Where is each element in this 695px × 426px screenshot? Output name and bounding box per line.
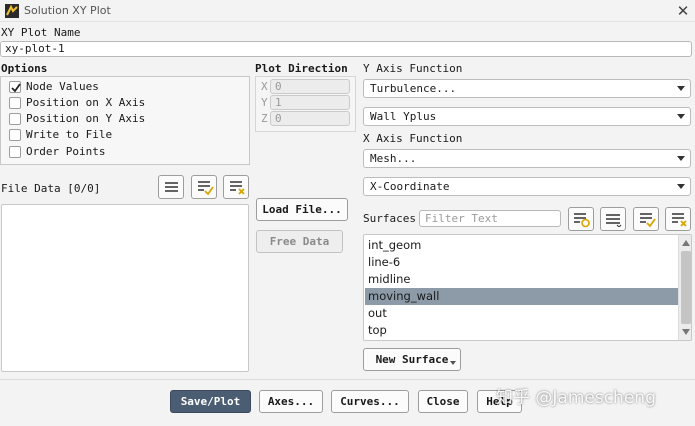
file-deselect-button[interactable] bbox=[223, 175, 249, 199]
scroll-down-icon[interactable] bbox=[682, 329, 690, 335]
surfaces-list[interactable]: int_geom line-6 midline moving_wall out … bbox=[363, 234, 692, 341]
new-surface-button[interactable]: New Surface bbox=[363, 348, 461, 371]
plot-direction-label: Plot Direction bbox=[255, 62, 348, 75]
list-icon bbox=[606, 214, 622, 227]
direction-y-field[interactable]: 1 bbox=[270, 95, 350, 110]
position-y-checkbox[interactable] bbox=[9, 113, 21, 125]
file-data-list[interactable] bbox=[1, 204, 249, 372]
write-to-file-checkbox[interactable] bbox=[9, 129, 21, 141]
direction-x-field[interactable]: 0 bbox=[270, 79, 350, 94]
plot-name-label: XY Plot Name bbox=[1, 26, 81, 39]
direction-y-label: Y bbox=[261, 96, 268, 109]
options-label: Options bbox=[1, 62, 48, 75]
x-axis-quantity-select[interactable]: X-Coordinate bbox=[363, 177, 691, 196]
surfaces-label: Surfaces bbox=[363, 212, 416, 225]
surface-select-check-button[interactable] bbox=[633, 207, 659, 231]
window-title: Solution XY Plot bbox=[24, 4, 111, 17]
direction-z-label: Z bbox=[261, 112, 268, 125]
dropdown-caret-icon bbox=[450, 361, 456, 365]
direction-z-field[interactable]: 0 bbox=[270, 111, 350, 126]
close-icon[interactable]: ✕ bbox=[674, 2, 692, 20]
list-check-icon bbox=[640, 213, 656, 228]
free-data-button[interactable]: Free Data bbox=[256, 230, 343, 253]
x-axis-quantity-value: X-Coordinate bbox=[370, 180, 450, 193]
list-clear-icon bbox=[672, 213, 687, 227]
x-axis-category-select[interactable]: Mesh... bbox=[363, 149, 691, 168]
node-values-checkbox[interactable] bbox=[9, 81, 21, 93]
option-label: Node Values bbox=[26, 80, 99, 93]
close-button[interactable]: Close bbox=[418, 390, 468, 413]
x-axis-function-label: X Axis Function bbox=[363, 132, 463, 145]
direction-z-value: 0 bbox=[275, 112, 282, 125]
surface-select-all-button[interactable] bbox=[600, 207, 626, 231]
title-bar: Solution XY Plot ✕ bbox=[0, 0, 695, 22]
y-axis-quantity-select[interactable]: Wall Yplus bbox=[363, 107, 691, 126]
surfaces-scrollbar[interactable] bbox=[678, 235, 691, 340]
list-icon bbox=[165, 182, 178, 192]
list-item-selected[interactable]: moving_wall bbox=[365, 288, 681, 305]
list-filter-icon bbox=[574, 213, 590, 228]
option-label: Position on X Axis bbox=[26, 96, 146, 109]
y-axis-category-value: Turbulence... bbox=[370, 82, 457, 95]
save-plot-button[interactable]: Save/Plot bbox=[170, 390, 251, 413]
surface-filter-placeholder: Filter Text bbox=[425, 212, 498, 225]
list-check-icon bbox=[198, 181, 214, 196]
plot-name-field[interactable]: xy-plot-1 bbox=[0, 41, 692, 57]
scrollbar-thumb[interactable] bbox=[681, 251, 691, 324]
list-item[interactable]: int_geom bbox=[365, 237, 681, 254]
watermark-text: 知乎 @Jamescheng bbox=[496, 388, 656, 408]
file-data-label: File Data [0/0] bbox=[1, 182, 101, 195]
position-x-checkbox[interactable] bbox=[9, 97, 21, 109]
list-clear-icon bbox=[230, 181, 245, 195]
option-label: Order Points bbox=[26, 145, 106, 158]
file-select-all-button[interactable] bbox=[158, 175, 184, 199]
app-icon bbox=[5, 4, 19, 18]
surface-filter-input[interactable]: Filter Text bbox=[419, 210, 561, 227]
direction-x-label: X bbox=[261, 80, 268, 93]
bottom-divider bbox=[0, 379, 695, 380]
x-axis-category-value: Mesh... bbox=[370, 152, 417, 165]
order-points-checkbox[interactable] bbox=[9, 146, 21, 158]
axes-button[interactable]: Axes... bbox=[259, 390, 323, 413]
surface-deselect-button[interactable] bbox=[665, 207, 691, 231]
curves-button[interactable]: Curves... bbox=[331, 390, 409, 413]
plot-name-value: xy-plot-1 bbox=[5, 42, 65, 55]
y-axis-function-label: Y Axis Function bbox=[363, 62, 463, 75]
dropdown-caret-icon bbox=[677, 184, 685, 189]
list-item[interactable]: line-6 bbox=[365, 254, 681, 271]
direction-x-value: 0 bbox=[275, 80, 282, 93]
list-item[interactable]: midline bbox=[365, 271, 681, 288]
load-file-button[interactable]: Load File... bbox=[256, 198, 348, 221]
scroll-up-icon[interactable] bbox=[682, 240, 690, 246]
direction-y-value: 1 bbox=[275, 96, 282, 109]
list-item[interactable]: out bbox=[365, 305, 681, 322]
checkmark-icon bbox=[11, 83, 21, 93]
option-label: Position on Y Axis bbox=[26, 112, 146, 125]
dropdown-caret-icon bbox=[677, 156, 685, 161]
dropdown-caret-icon bbox=[677, 114, 685, 119]
file-select-check-button[interactable] bbox=[191, 175, 217, 199]
dropdown-caret-icon bbox=[677, 86, 685, 91]
option-label: Write to File bbox=[26, 128, 113, 141]
surface-filter-button[interactable] bbox=[568, 207, 594, 231]
y-axis-quantity-value: Wall Yplus bbox=[370, 110, 437, 123]
y-axis-category-select[interactable]: Turbulence... bbox=[363, 79, 691, 98]
new-surface-label: New Surface bbox=[375, 353, 449, 366]
list-item[interactable]: top bbox=[365, 322, 681, 339]
